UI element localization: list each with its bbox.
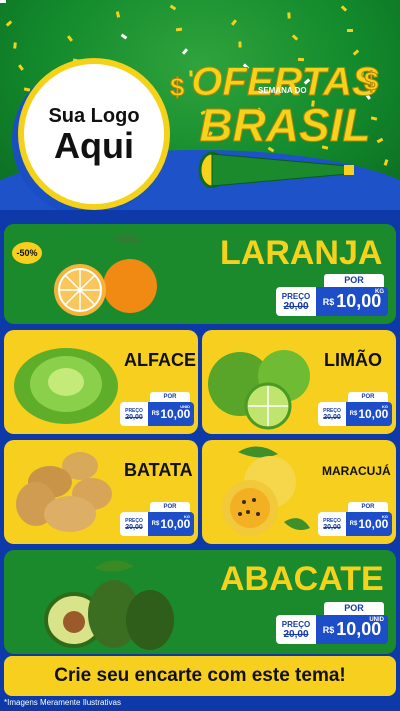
avocado-image <box>44 560 174 650</box>
confetti-piece <box>238 41 242 48</box>
potato-image <box>16 452 112 532</box>
product-card-maracuja[interactable]: MARACUJÁ POR PREÇO 20,00 R$ 10,00 KG <box>202 440 396 544</box>
dollar-icon: $ <box>363 66 379 97</box>
product-name: MARACUJÁ <box>322 464 391 478</box>
currency: R$ <box>349 411 358 417</box>
currency: R$ <box>151 411 160 417</box>
price-tag: POR PREÇO 20,00 R$ 10,00 UNID <box>120 392 194 426</box>
old-price: 20,00 <box>323 523 341 531</box>
dollar-icon: $ <box>169 72 185 103</box>
confetti-piece <box>13 42 17 49</box>
old-price: 20,00 <box>323 413 341 421</box>
product-card-abacate[interactable]: ABACATE POR PREÇO 20,00 R$ 10,00 UNID <box>4 550 396 654</box>
new-price: 10,00 <box>358 517 389 531</box>
preco-label: PREÇO <box>281 291 311 301</box>
new-price: 10,00 <box>358 407 389 421</box>
lettuce-image <box>14 348 118 424</box>
por-label: POR <box>348 502 388 512</box>
currency: R$ <box>349 521 358 527</box>
header: Sua Logo Aqui OFERTAS SEMANA DO BRASIL $… <box>0 0 400 210</box>
unit: KG <box>382 404 388 409</box>
unit: UNID <box>369 617 384 623</box>
product-card-alface[interactable]: ALFACE POR PREÇO 20,00 R$ 10,00 UNID <box>4 330 198 434</box>
product-name: ABACATE <box>220 560 384 598</box>
currency: R$ <box>322 624 335 635</box>
unit: KG <box>382 514 388 519</box>
old-price: 20,00 <box>125 523 143 531</box>
confetti-piece <box>346 28 354 33</box>
por-label: POR <box>348 392 388 402</box>
product-card-batata[interactable]: BATATA POR PREÇO 20,00 R$ 10,00 KG <box>4 440 198 544</box>
product-card-limao[interactable]: LIMÃO POR PREÇO 20,00 R$ 10,00 KG <box>202 330 396 434</box>
vuvuzela-icon <box>198 151 354 188</box>
price-tag: POR PREÇO 20,00 R$ 10,00 KG <box>120 502 194 536</box>
confetti-piece <box>0 0 6 3</box>
preco-label: PREÇO <box>281 619 311 629</box>
unit: UNID <box>180 404 190 409</box>
confetti-piece <box>340 5 348 12</box>
confetti-piece <box>5 20 13 27</box>
confetti-piece <box>230 19 238 26</box>
confetti-piece <box>18 64 24 71</box>
confetti-piece <box>181 48 189 55</box>
price-tag: POR PREÇO 20,00 R$ 10,00 KG <box>318 392 392 426</box>
price-tag: POR PREÇO 20,00 R$ 10,00 KG <box>318 502 392 536</box>
confetti-piece <box>115 11 121 18</box>
confetti-piece <box>23 87 31 92</box>
por-label: POR <box>150 502 190 512</box>
confetti-piece <box>287 12 291 19</box>
product-name: LIMÃO <box>324 350 382 370</box>
confetti-piece <box>120 33 128 40</box>
product-name: BATATA <box>124 460 193 480</box>
confetti-piece <box>175 27 183 32</box>
unit: KG <box>375 289 384 295</box>
old-price: 20,00 <box>283 300 309 312</box>
footnote: *Imagens Meramente Ilustrativas <box>4 698 121 707</box>
old-price: 20,00 <box>125 413 143 421</box>
product-name: LARANJA <box>220 234 383 272</box>
old-price: 20,00 <box>283 628 309 640</box>
logo-line2: Aqui <box>54 124 134 166</box>
orange-image <box>54 233 157 316</box>
unit: KG <box>184 514 190 519</box>
confetti-piece <box>352 49 360 56</box>
promo-ofertas: OFERTAS <box>191 60 379 104</box>
new-price: 10,00 <box>160 407 191 421</box>
confetti-piece <box>169 4 177 11</box>
price-tag: POR PREÇO 20,00 R$ 10,00 UNID <box>276 602 388 644</box>
product-name: ALFACE <box>124 350 196 370</box>
confetti-piece <box>291 34 299 41</box>
product-card-laranja[interactable]: -50% LARANJA POR PREÇO 20,00 R$ 10,00 KG <box>4 224 396 324</box>
currency: R$ <box>322 296 335 307</box>
cta-banner[interactable]: Crie seu encarte com este tema! <box>4 656 396 696</box>
promo-brasil: BRASIL <box>199 99 371 151</box>
discount-badge: -50% <box>12 242 42 264</box>
confetti-piece <box>66 35 74 42</box>
passion-fruit-image <box>222 446 310 536</box>
price-tag: POR PREÇO 20,00 R$ 10,00 KG <box>276 274 388 316</box>
por-label: POR <box>150 392 190 402</box>
por-label: POR <box>324 602 384 615</box>
currency: R$ <box>151 521 160 527</box>
new-price: 10,00 <box>160 517 191 531</box>
promo-subtitle: SEMANA DO <box>258 86 307 95</box>
por-label: POR <box>324 274 384 287</box>
lime-image <box>208 350 310 430</box>
logo-placeholder[interactable]: Sua Logo Aqui <box>18 58 170 210</box>
